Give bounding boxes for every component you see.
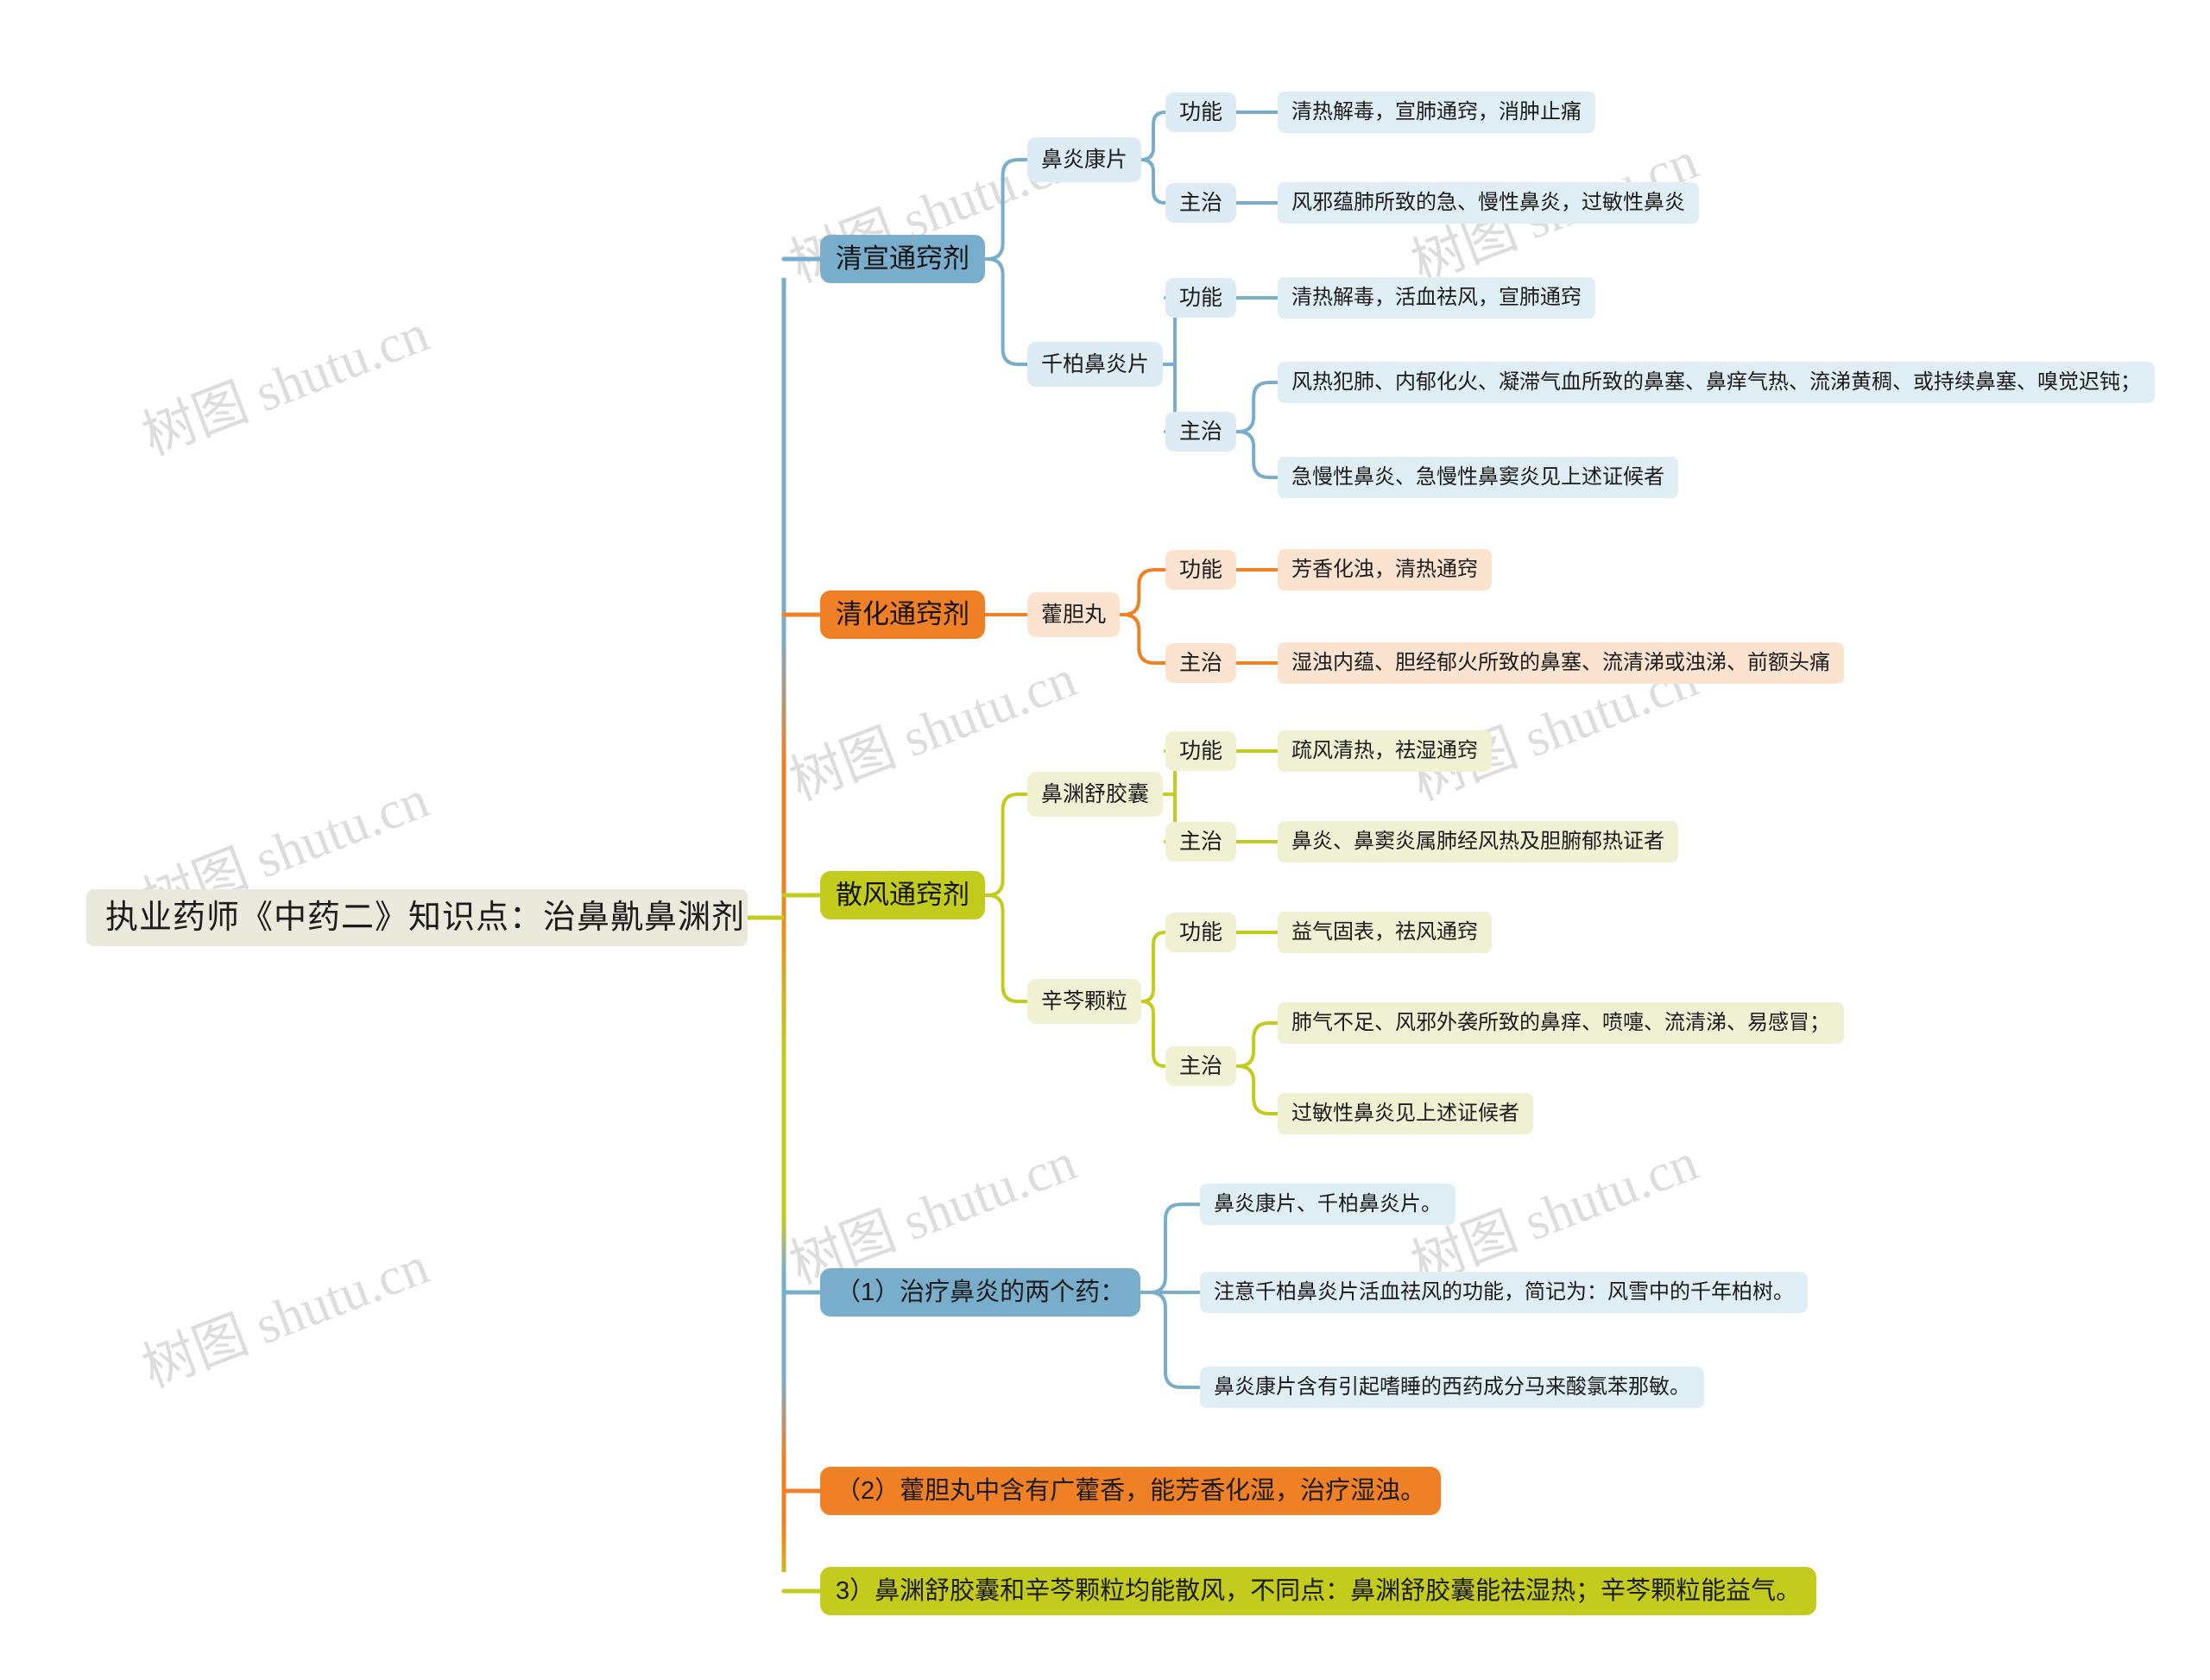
item-label-node[interactable]: 功能: [1165, 278, 1236, 318]
item-value-node[interactable]: 芳香化浊，清热通窍: [1278, 549, 1492, 591]
drug-node[interactable]: 千柏鼻炎片: [1027, 342, 1163, 387]
summary-child-node[interactable]: 鼻炎康片、千柏鼻炎片。: [1200, 1184, 1455, 1225]
watermark-text: 树图 shutu.cn: [135, 1236, 437, 1399]
connector: [1139, 1291, 1202, 1389]
connector: [1140, 158, 1167, 205]
connector: [983, 158, 1029, 261]
item-value-node[interactable]: 清热解毒，宣肺通窍，消肿止痛: [1278, 92, 1595, 133]
summary-child-node[interactable]: 注意千柏鼻炎片活血祛风的功能，简记为：风雪中的千年柏树。: [1200, 1272, 1808, 1313]
item-label-node[interactable]: 功能: [1165, 550, 1236, 590]
item-label-node[interactable]: 主治: [1165, 822, 1236, 862]
root-node[interactable]: 执业药师《中药二》知识点：治鼻鼽鼻渊剂: [86, 889, 748, 946]
mindmap-canvas: 树图 shutu.cn树图 shutu.cn树图 shutu.cn树图 shut…: [0, 0, 2210, 1680]
item-value-node[interactable]: 湿浊内蕴、胆经郁火所致的鼻塞、流清涕或浊涕、前额头痛: [1278, 642, 1844, 684]
item-label-node[interactable]: 主治: [1165, 1046, 1236, 1086]
connector: [1234, 381, 1279, 433]
connector: [1118, 613, 1167, 665]
watermark-text: 树图 shutu.cn: [135, 304, 437, 467]
item-value-node[interactable]: 鼻炎、鼻窦炎属肺经风热及胆腑郁热证者: [1278, 821, 1678, 862]
connector: [1234, 1064, 1279, 1115]
item-label-node[interactable]: 功能: [1165, 913, 1236, 952]
connector: [1140, 931, 1167, 1003]
summary-child-node[interactable]: 鼻炎康片含有引起嗜睡的西药成分马来酸氯苯那敏。: [1200, 1367, 1704, 1408]
summary-node-s2[interactable]: （2）藿胆丸中含有广藿香，能芳香化湿，治疗湿浊。: [820, 1467, 1441, 1515]
item-value-node[interactable]: 过敏性鼻炎见上述证候者: [1278, 1093, 1533, 1134]
branch-node-qingxuan[interactable]: 清宣通窍剂: [820, 235, 985, 283]
item-label-node[interactable]: 主治: [1165, 183, 1236, 223]
summary-node-s1[interactable]: （1）治疗鼻炎的两个药：: [820, 1268, 1140, 1317]
item-value-node[interactable]: 风热犯肺、内郁化火、凝滞气血所致的鼻塞、鼻痒气热、流涕黄稠、或持续鼻塞、嗅觉迟钝…: [1278, 362, 2155, 403]
item-value-node[interactable]: 益气固表，祛风通窍: [1278, 912, 1492, 953]
item-value-node[interactable]: 疏风清热，祛湿通窍: [1278, 730, 1492, 772]
item-label-node[interactable]: 功能: [1165, 92, 1236, 132]
connector: [1234, 1021, 1279, 1068]
drug-node[interactable]: 鼻渊舒胶囊: [1027, 772, 1163, 817]
connector: [983, 894, 1029, 1003]
item-label-node[interactable]: 功能: [1165, 731, 1236, 771]
item-value-node[interactable]: 风邪蕴肺所致的急、慢性鼻炎，过敏性鼻炎: [1278, 182, 1699, 224]
connector: [1139, 1203, 1202, 1294]
connector: [983, 257, 1029, 366]
drug-node[interactable]: 藿胆丸: [1027, 592, 1120, 637]
drug-node[interactable]: 辛芩颗粒: [1027, 979, 1141, 1024]
item-value-node[interactable]: 清热解毒，活血祛风，宣肺通窍: [1278, 277, 1595, 319]
item-label-node[interactable]: 主治: [1165, 643, 1236, 683]
connector: [1118, 568, 1167, 616]
connector: [1234, 430, 1279, 479]
item-value-node[interactable]: 肺气不足、风邪外袭所致的鼻痒、喷嚏、流清涕、易感冒；: [1278, 1002, 1844, 1044]
branch-node-sanfeng[interactable]: 散风通窍剂: [820, 871, 985, 919]
connector: [1140, 111, 1167, 161]
connector: [983, 793, 1029, 897]
summary-node-s3[interactable]: 3）鼻渊舒胶囊和辛芩颗粒均能散风，不同点：鼻渊舒胶囊能祛湿热；辛芩颗粒能益气。: [820, 1567, 1816, 1615]
item-value-node[interactable]: 急慢性鼻炎、急慢性鼻窦炎见上述证候者: [1278, 457, 1678, 498]
connector: [1140, 1000, 1167, 1068]
branch-node-qinghua[interactable]: 清化通窍剂: [820, 591, 985, 639]
drug-node[interactable]: 鼻炎康片: [1027, 137, 1141, 182]
item-label-node[interactable]: 主治: [1165, 412, 1236, 452]
connector-layer: [748, 111, 1279, 1594]
